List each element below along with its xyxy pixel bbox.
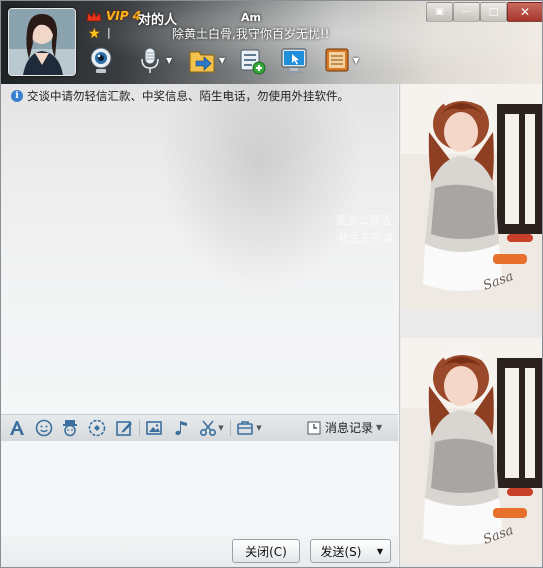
maximize-button[interactable]: ☐ [480,2,507,22]
history-icon [307,421,321,434]
message-input[interactable] [1,441,398,535]
info-icon: i [11,90,23,102]
chevron-down-icon: ▼ [376,546,384,556]
emoji-button[interactable] [35,419,53,437]
app-dropdown[interactable]: ▼ [255,419,263,437]
vip-crown-icon [86,10,102,22]
video-call-button[interactable] [88,46,114,76]
image-icon [146,421,162,435]
contact-show-image[interactable]: Sasa [401,84,542,310]
app-box-dropdown[interactable]: ▼ [353,56,359,65]
contact-show-image[interactable]: Sasa [401,338,542,564]
app-box-icon [325,48,349,72]
send-options-button[interactable]: ▼ [370,539,391,563]
send-file-button[interactable] [188,46,216,76]
font-button[interactable] [8,419,26,437]
briefcase-icon [237,421,253,435]
girl-photo: Sasa [401,84,542,310]
magic-face-button[interactable] [61,419,79,437]
add-app-icon [240,49,266,75]
footer-bar: 关闭(C) 发送(S) ▼ [1,535,398,567]
star-icon: ★ [88,26,101,42]
contact-signature: 除黄土白骨,我守你百岁无忧!! [172,27,330,41]
shake-button[interactable] [88,419,106,437]
show-panel: Sasa Sasa [399,84,543,567]
close-icon: ✕ [519,5,531,19]
security-notice-text: 交谈中请勿轻信汇款、中奖信息、陌生电话，勿使用外挂软件。 [27,89,349,103]
screenshot-button[interactable] [199,419,217,437]
maximize-icon: ☐ [488,5,499,19]
font-icon [10,421,24,435]
background-text-line: 爱多么爱活 [336,214,391,227]
app-button[interactable] [236,419,254,437]
send-button[interactable]: 发送(S) [310,539,372,563]
toolbar-separator [139,420,140,436]
show-panel-gap [401,310,542,336]
remote-assist-icon [281,48,307,73]
input-toolbar: ▼ ▼ 消息记录 ▼ [1,414,398,442]
minimize-icon: — [462,7,471,17]
add-app-button[interactable] [238,46,266,76]
voice-call-dropdown[interactable]: ▼ [166,56,172,65]
close-button[interactable]: 关闭(C) [232,539,300,563]
app-box-button[interactable] [324,46,350,76]
status-text: Am [241,11,261,24]
chat-background-image [151,84,371,304]
background-text-line: 背生无所谓 [338,232,393,245]
emoji-icon [35,419,53,437]
security-notice: i 交谈中请勿轻信汇款、中奖信息、陌生电话，勿使用外挂软件。 [11,88,349,104]
girl-photo: Sasa [401,338,542,564]
avatar-photo [9,9,75,75]
music-button[interactable] [173,419,191,437]
toolbar-separator [230,420,231,436]
divider: | [107,26,111,39]
voice-call-button[interactable] [138,46,162,76]
send-file-dropdown[interactable]: ▼ [219,56,225,65]
remote-assist-button[interactable] [280,46,308,76]
minimize-button[interactable]: — [453,2,480,22]
message-history-button[interactable]: 消息记录 ▼ [307,419,382,436]
screenshot-dropdown[interactable]: ▼ [217,419,225,437]
message-history-area[interactable]: i 交谈中请勿轻信汇款、中奖信息、陌生电话，勿使用外挂软件。 爱多么爱活 背生无… [1,84,398,414]
chat-header: VIP 4 对的人 Am ★ | 除黄土白骨,我守你百岁无忧!! ▣ — ☐ ✕… [0,0,543,84]
pin-button[interactable]: ▣ [426,2,453,22]
chevron-down-icon: ▼ [376,423,383,432]
send-image-button[interactable] [145,419,163,437]
video-call-icon [90,47,112,73]
music-icon [175,421,187,435]
voice-call-icon [141,47,159,73]
doodle-button[interactable] [115,419,133,437]
doodle-icon [116,421,132,436]
scissors-icon [199,420,217,437]
send-file-icon [189,51,215,73]
pin-icon: ▣ [435,7,444,17]
vip-level: VIP 4 [106,9,142,23]
magic-face-icon [63,420,77,437]
message-history-label: 消息记录 [325,421,374,435]
shake-icon [88,419,106,437]
close-window-button[interactable]: ✕ [507,2,543,22]
avatar[interactable] [8,8,76,76]
